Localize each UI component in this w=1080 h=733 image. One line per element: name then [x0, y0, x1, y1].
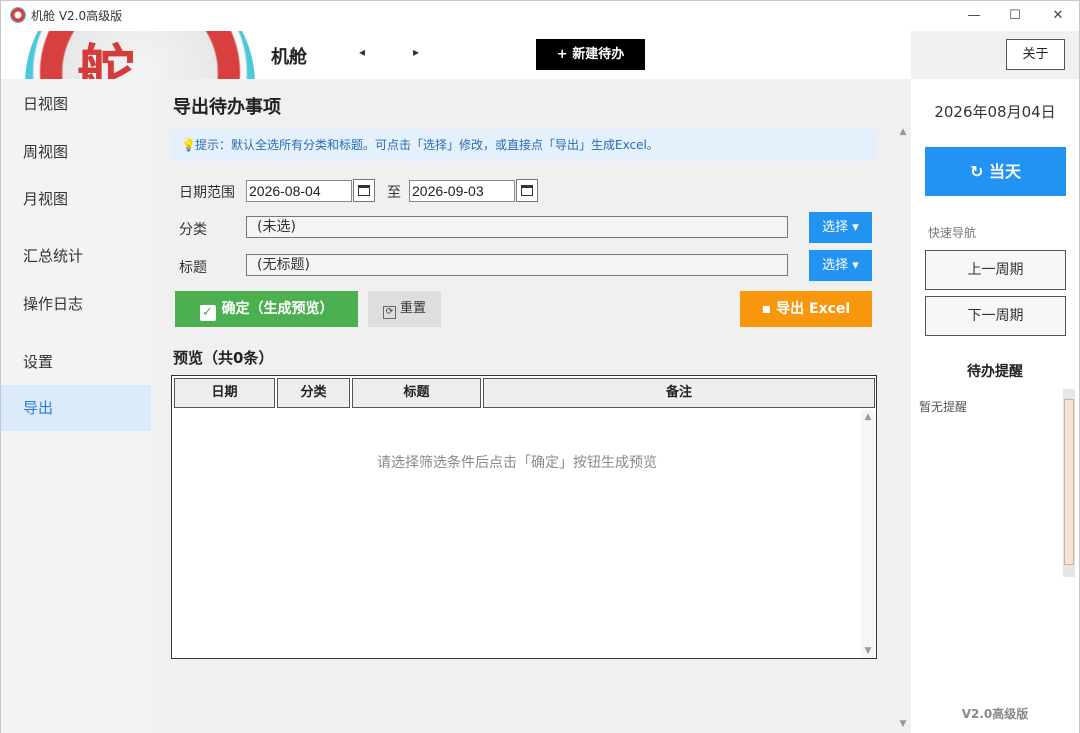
version-label: V2.0高级版 [961, 707, 1029, 721]
logo-glyph: 舵 [77, 38, 142, 79]
window-title: 机舱 V2.0高级版 [31, 9, 123, 23]
title-label: 标题 [179, 260, 207, 276]
title-bar: 机舱 V2.0高级版 — ☐ ✕ [1, 1, 1079, 31]
title-field[interactable]: (无标题) [246, 254, 788, 276]
empty-table-message: 请选择筛选条件后点击「确定」按钮生成预览 [377, 455, 657, 471]
reset-label: 重置 [399, 301, 426, 316]
confirm-label: 确定（生成预览） [221, 301, 334, 317]
column-header-category[interactable]: 分类 [277, 378, 350, 408]
reminder-scrollbar[interactable] [1063, 389, 1075, 577]
minimize-icon[interactable]: — [959, 5, 989, 27]
category-select-button[interactable]: 选择 ▾ [809, 212, 872, 243]
app-logo-icon [10, 7, 26, 23]
column-header-title[interactable]: 标题 [352, 378, 481, 408]
scroll-down-icon[interactable]: ▼ [861, 646, 875, 656]
sidebar-item-week-view[interactable]: 周视图 [1, 129, 151, 175]
about-button[interactable]: 关于 [1006, 39, 1065, 70]
sidebar-item-day-view[interactable]: 日视图 [1, 81, 151, 127]
date-from-input[interactable]: 2026-08-04 [246, 180, 352, 202]
column-header-date[interactable]: 日期 [174, 378, 275, 408]
today-label: 当天 [988, 162, 1021, 181]
main-scrollbar[interactable]: ▲ ▼ [896, 125, 911, 731]
new-todo-button[interactable]: + 新建待办 [536, 39, 645, 70]
app-header: 舵 机舱 ◂ ▸ + 新建待办 [1, 31, 911, 79]
check-icon: ✓ [199, 305, 216, 321]
sidebar-item-month-view[interactable]: 月视图 [1, 176, 151, 222]
prev-period-button[interactable]: 上一周期 [925, 250, 1066, 290]
confirm-preview-button[interactable]: ✓ 确定（生成预览） [175, 291, 358, 327]
brand-logo: 舵 [25, 31, 255, 79]
sidebar-item-settings[interactable]: 设置 [1, 339, 151, 385]
no-reminder-text: 暂无提醒 [919, 400, 968, 414]
column-header-notes[interactable]: 备注 [483, 378, 875, 408]
refresh-icon: ↻ [970, 162, 989, 181]
current-date: 2026年08月04日 [934, 103, 1056, 121]
main-content: 导出待办事项 💡提示：默认全选所有分类和标题。可点击「选择」修改，或直接点「导出… [153, 79, 911, 733]
lightbulb-icon: 💡 [181, 138, 196, 152]
export-excel-button[interactable]: ▪ 导出 Excel [740, 291, 872, 327]
prev-arrow-icon[interactable]: ◂ [359, 45, 365, 59]
app-window: 机舱 V2.0高级版 — ☐ ✕ 舵 机舱 ◂ ▸ + 新建待办 关于 日视图 … [0, 0, 1080, 733]
calendar-from-icon[interactable] [353, 179, 375, 202]
preview-table: 日期 分类 标题 备注 请选择筛选条件后点击「确定」按钮生成预览 ▲ ▼ [171, 375, 877, 659]
preview-title: 预览（共0条） [173, 349, 274, 367]
title-select-button[interactable]: 选择 ▾ [809, 250, 872, 281]
sidebar-item-operation-log[interactable]: 操作日志 [1, 281, 151, 327]
sidebar-item-export[interactable]: 导出 [1, 385, 151, 431]
maximize-icon[interactable]: ☐ [1000, 5, 1030, 27]
reset-icon: ⟳ [382, 306, 396, 319]
sidebar: 日视图 周视图 月视图 汇总统计 操作日志 设置 导出 [1, 79, 153, 733]
scroll-up-icon[interactable]: ▲ [861, 412, 875, 422]
reminder-title: 待办提醒 [967, 364, 1023, 380]
next-period-button[interactable]: 下一周期 [925, 296, 1066, 336]
date-to-label: 至 [387, 185, 401, 201]
sidebar-item-summary[interactable]: 汇总统计 [1, 233, 151, 279]
main-scroll-down-icon[interactable]: ▼ [896, 719, 910, 729]
brand-name: 机舱 [271, 47, 307, 68]
date-to-input[interactable]: 2026-09-03 [409, 180, 515, 202]
save-icon: ▪ [761, 301, 777, 317]
category-label: 分类 [179, 222, 207, 238]
today-button[interactable]: ↻ 当天 [925, 147, 1066, 196]
next-arrow-icon[interactable]: ▸ [413, 45, 419, 59]
right-panel: 2026年08月04日 ↻ 当天 快速导航 上一周期 下一周期 待办提醒 暂无提… [911, 79, 1079, 733]
hint-text: 提示：默认全选所有分类和标题。可点击「选择」修改，或直接点「导出」生成Excel… [195, 138, 659, 152]
page-title: 导出待办事项 [173, 97, 281, 118]
hint-banner: 💡提示：默认全选所有分类和标题。可点击「选择」修改，或直接点「导出」生成Exce… [171, 129, 877, 162]
date-range-label: 日期范围 [179, 185, 235, 201]
reminder-scroll-thumb[interactable] [1064, 399, 1074, 565]
calendar-to-icon[interactable] [516, 179, 538, 202]
export-label: 导出 Excel [776, 301, 851, 317]
quick-nav-label: 快速导航 [928, 226, 977, 240]
reset-button[interactable]: ⟳ 重置 [368, 291, 441, 327]
main-scroll-up-icon[interactable]: ▲ [896, 127, 910, 137]
category-field[interactable]: (未选) [246, 216, 788, 238]
close-icon[interactable]: ✕ [1043, 5, 1073, 27]
table-scrollbar[interactable]: ▲ ▼ [861, 410, 875, 658]
